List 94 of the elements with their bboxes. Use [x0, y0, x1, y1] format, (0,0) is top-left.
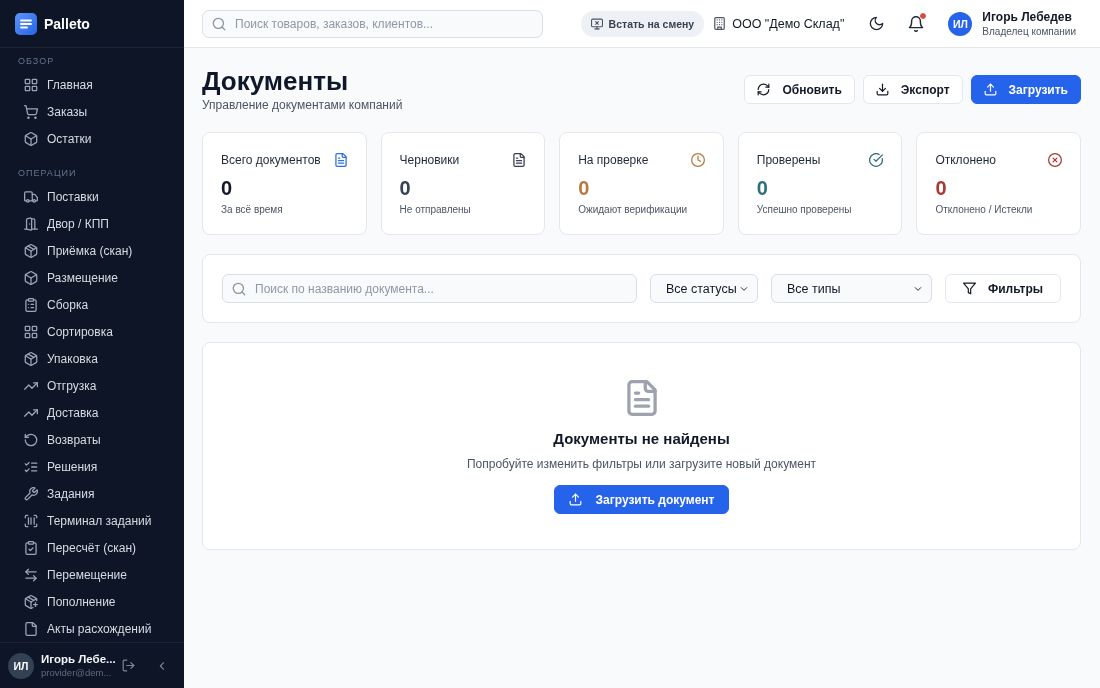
nav-item[interactable]: Сортировка [12, 318, 172, 345]
refresh-icon [757, 83, 771, 96]
file-icon [24, 621, 38, 636]
cart-icon [24, 104, 38, 119]
nav-item[interactable]: Терминал заданий [12, 507, 172, 534]
stat-label: Всего документов [221, 152, 321, 168]
stat-note: За всё время [221, 203, 284, 217]
nav-item[interactable]: Решения [12, 453, 172, 480]
package-plus-icon [24, 594, 38, 609]
export-button[interactable]: Экспорт [862, 75, 963, 104]
swap-arrows-icon [24, 567, 38, 582]
check-circle-icon [869, 153, 884, 167]
nav-item[interactable]: Пополнение [12, 588, 172, 615]
rotate-icon [24, 432, 38, 447]
page-title: Документы [202, 66, 350, 96]
stat-value: 0 [399, 176, 412, 200]
type-select[interactable]: Все типы [770, 274, 932, 303]
clock-icon [690, 153, 705, 167]
nav-item[interactable]: Акты расхождений [12, 615, 172, 642]
funnel-icon [962, 282, 976, 295]
stat-label: Отклонено [935, 152, 997, 168]
user-avatar: ИЛ [8, 652, 34, 679]
user-email: provider@dem... [41, 667, 113, 678]
package-icon [24, 351, 38, 366]
stat-label: На проверке [578, 152, 649, 168]
search-icon [232, 281, 246, 296]
search-icon [212, 16, 226, 31]
empty-state-message: Попробуйте изменить фильтры или загрузите новый документ [466, 456, 817, 472]
nav-item[interactable]: Перемещение [12, 561, 172, 588]
stat-value: 0 [221, 176, 234, 200]
page-subtitle: Управление документами компаний [202, 97, 403, 113]
start-shift-button[interactable]: Встать на смену [580, 10, 705, 37]
wrench-icon [24, 486, 38, 501]
logo-icon [15, 12, 37, 35]
nav-item[interactable]: Задания [12, 480, 172, 507]
x-circle-icon [1048, 153, 1062, 167]
filters-button[interactable]: Фильтры [944, 274, 1061, 303]
door-icon [24, 216, 38, 231]
stat-value: 0 [578, 176, 591, 200]
nav-item[interactable]: Доставка [12, 399, 172, 426]
nav-item[interactable]: Сборка [12, 291, 172, 318]
refresh-button[interactable]: Обновить [744, 75, 855, 104]
stat-note: Ожидают верификации [578, 203, 689, 217]
status-select[interactable]: Все статусы [649, 274, 758, 303]
section-label: ОПЕРАЦИИ [17, 167, 78, 180]
upload-icon [983, 83, 997, 96]
nav-item[interactable]: Заказы [12, 98, 172, 125]
stat-value: 0 [935, 176, 948, 200]
nav-item[interactable]: Двор / КПП [12, 210, 172, 237]
moon-icon[interactable] [869, 16, 885, 31]
cube-icon [24, 131, 38, 146]
user-avatar[interactable]: ИЛ [948, 11, 973, 36]
nav-item[interactable]: Пересчёт (скан) [12, 534, 172, 561]
checklist-icon [24, 459, 38, 474]
nav-item[interactable]: Отгрузка [12, 372, 172, 399]
clipboard-check-icon [24, 540, 38, 555]
building-icon [713, 17, 727, 30]
grid-icon [24, 77, 38, 92]
nav-item[interactable]: Упаковка [12, 345, 172, 372]
company-name[interactable]: ООО "Демо Склад" [732, 16, 845, 31]
stat-label: Проверены [756, 152, 821, 168]
monitor-icon [590, 17, 603, 30]
nav-item[interactable]: Приёмка (скан) [12, 237, 172, 264]
nav-item[interactable]: Размещение [12, 264, 172, 291]
cube-icon [24, 270, 38, 285]
upload-icon [568, 493, 582, 506]
bell-icon[interactable] [908, 15, 925, 32]
grid-icon [24, 324, 38, 339]
global-search-field[interactable]: Поиск товаров, заказов, клиентов... [202, 9, 543, 38]
nav-item[interactable]: Остатки [12, 125, 172, 152]
upload-button[interactable]: Загрузить [970, 75, 1081, 104]
logout-icon[interactable] [122, 659, 135, 672]
truck-icon [24, 189, 38, 204]
stat-note: Не отправлены [399, 203, 472, 217]
empty-state-title: Документы не найдены [553, 429, 730, 449]
user-name: Игорь Лебедев [982, 10, 1073, 24]
user-role: Владелец компании [982, 26, 1076, 37]
nav-item[interactable]: Главная [12, 71, 172, 98]
nav-item[interactable]: Поставки [12, 183, 172, 210]
brand-name: Palleto [44, 15, 90, 32]
scan-icon [24, 513, 38, 528]
upload-document-button[interactable]: Загрузить документ [553, 485, 730, 514]
stat-label: Черновики [399, 152, 460, 168]
package-icon [24, 243, 38, 258]
document-search-field[interactable]: Поиск по названию документа... [222, 274, 637, 303]
stat-note: Отклонено / Истекли [935, 203, 1034, 217]
clipboard-list-icon [24, 297, 38, 312]
nav-item[interactable]: Возвраты [12, 426, 172, 453]
user-name: Игорь Лебе... [41, 653, 117, 665]
stat-note: Успешно проверены [756, 203, 853, 217]
download-icon [875, 83, 889, 96]
document-icon [512, 153, 527, 167]
section-label: ОБЗОР [17, 55, 56, 68]
stat-value: 0 [756, 176, 769, 200]
